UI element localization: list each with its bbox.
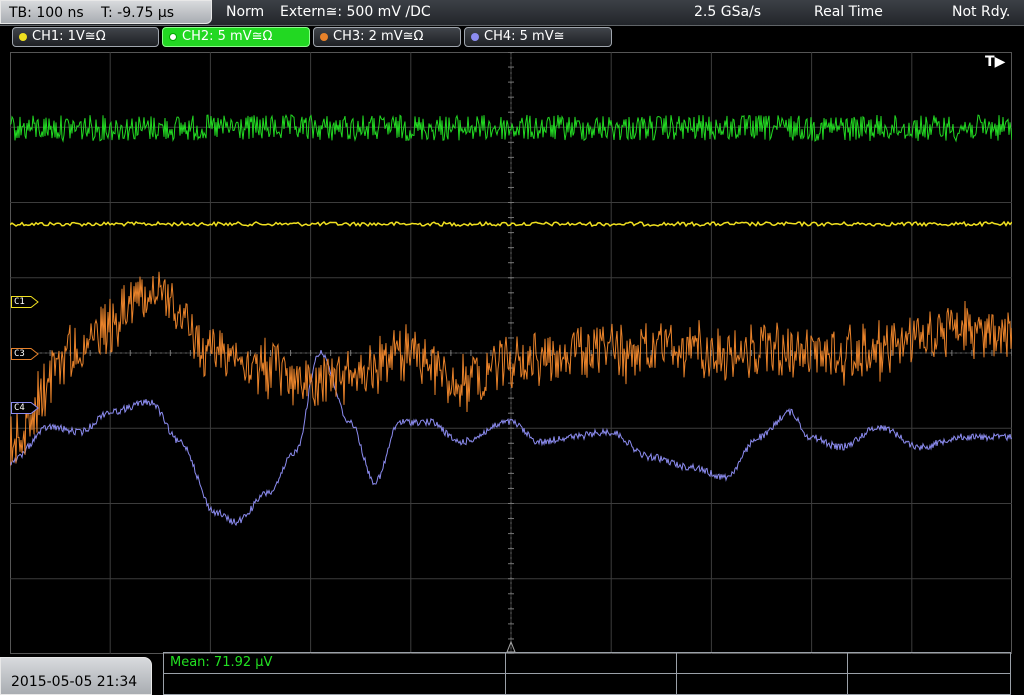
channel-1-label: CH1: 1V≅Ω: [32, 29, 106, 44]
channel-1-offset-marker[interactable]: C1: [11, 296, 39, 308]
datetime-box: 2015-05-05 21:34: [0, 657, 152, 695]
measurement-cell-6[interactable]: [505, 673, 677, 695]
acquisition-mode[interactable]: Norm: [226, 4, 264, 20]
acquisition-status: Not Rdy.: [952, 4, 1011, 20]
channel-1-tab[interactable]: CH1: 1V≅Ω: [12, 27, 159, 47]
trigger-arrow-icon: ▶: [994, 54, 1006, 70]
measurement-cell-8[interactable]: [847, 673, 1011, 695]
channel-3-offset-marker[interactable]: C3: [11, 348, 39, 360]
channel-1-marker-label: C1: [14, 297, 25, 307]
measurement-cell-5[interactable]: [163, 673, 506, 695]
waveform-area: [10, 52, 1012, 654]
channel-4-marker-label: C4: [14, 403, 25, 413]
measurement-cell-4[interactable]: [847, 652, 1011, 674]
channel-3-label: CH3: 2 mV≅Ω: [333, 29, 424, 44]
measurement-cell-7[interactable]: [676, 673, 848, 695]
channel-4-tab[interactable]: CH4: 5 mV≅: [464, 27, 612, 47]
trigger-source[interactable]: Extern≅: 500 mV ∕DC: [280, 4, 431, 20]
channel-2-dot-icon: [169, 33, 177, 41]
mean-measurement: Mean: 71.92 µV: [170, 655, 273, 670]
channel-3-dot-icon: [320, 33, 328, 41]
channel-3-tab[interactable]: CH3: 2 mV≅Ω: [313, 27, 461, 47]
channel-4-dot-icon: [471, 33, 479, 41]
measurement-cell-1[interactable]: Mean: 71.92 µV: [163, 652, 506, 674]
sample-rate: 2.5 GSa/s: [694, 4, 762, 20]
timebase-label: TB: 100 ns: [9, 5, 84, 21]
channel-2-tab[interactable]: CH2: 5 mV≅Ω: [162, 27, 310, 47]
channel-2-label: CH2: 5 mV≅Ω: [182, 29, 273, 44]
timebase-box[interactable]: TB: 100 ns T: -9.75 µs: [0, 0, 212, 24]
measurement-cell-2[interactable]: [505, 652, 677, 674]
channel-4-label: CH4: 5 mV≅: [484, 29, 565, 44]
datetime-label: 2015-05-05 21:34: [11, 674, 138, 690]
channel-1-dot-icon: [19, 33, 27, 41]
channel-tabs: CH1: 1V≅Ω CH2: 5 mV≅Ω CH3: 2 mV≅Ω CH4: 5…: [0, 27, 1024, 49]
status-bar: TB: 100 ns T: -9.75 µs Norm Extern≅: 500…: [0, 0, 1024, 26]
waveform-display[interactable]: [10, 52, 1012, 654]
measurement-panel: Mean: 71.92 µV: [163, 652, 1011, 695]
trigger-time-label: T: -9.75 µs: [101, 5, 175, 21]
channel-4-offset-marker[interactable]: C4: [11, 402, 39, 414]
realtime-mode: Real Time: [814, 4, 883, 20]
trigger-marker-label: T: [985, 54, 995, 70]
measurement-cell-3[interactable]: [676, 652, 848, 674]
oscilloscope-screen: TB: 100 ns T: -9.75 µs Norm Extern≅: 500…: [0, 0, 1024, 695]
trigger-position-marker[interactable]: T▶: [985, 54, 1005, 70]
channel-3-marker-label: C3: [14, 349, 25, 359]
